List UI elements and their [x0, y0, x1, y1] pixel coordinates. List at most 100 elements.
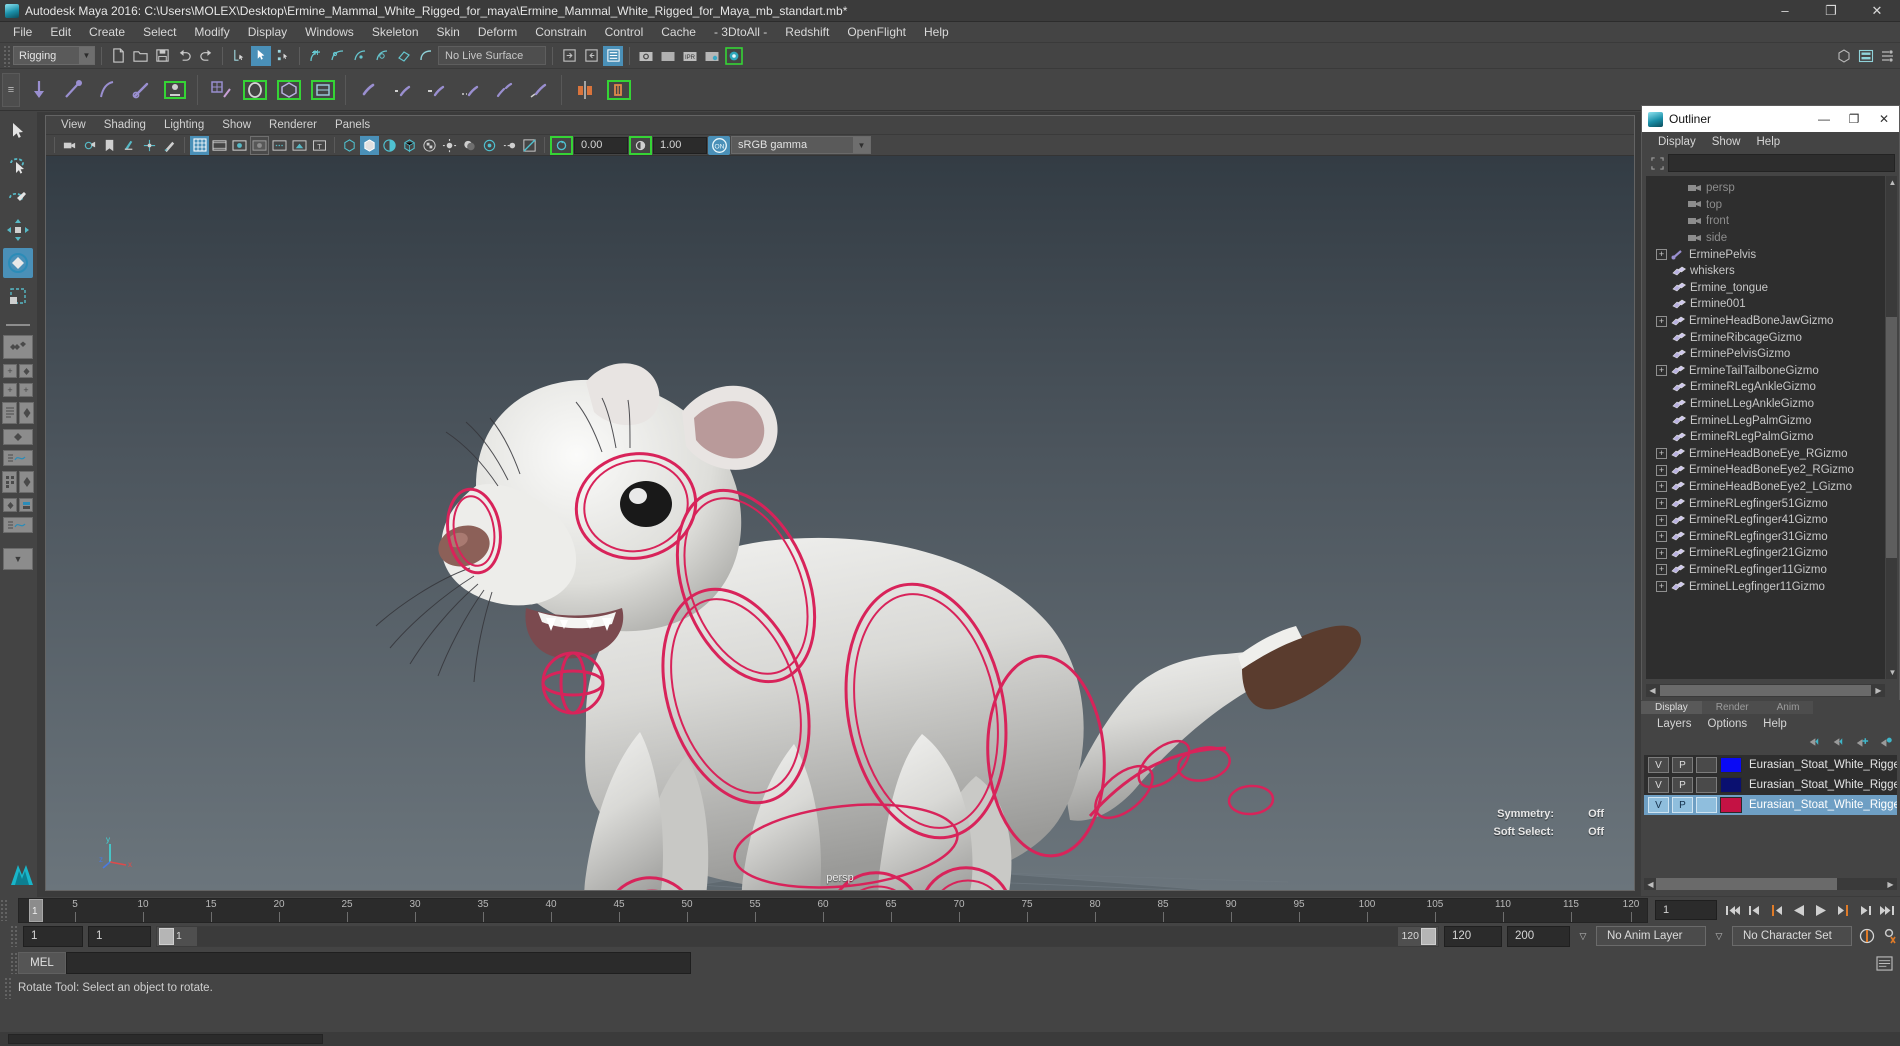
- rangeslider-gripper[interactable]: [10, 925, 18, 947]
- menu-cache[interactable]: Cache: [652, 23, 705, 41]
- tab-anim[interactable]: Anim: [1762, 701, 1814, 714]
- expand-toggle-icon[interactable]: +: [1656, 531, 1667, 543]
- outliner-item-llegankle[interactable]: ErmineLLegAnkleGizmo: [1646, 396, 1885, 413]
- outliner-item-rlegfinger51[interactable]: + ErmineRLegfinger51Gizmo: [1646, 495, 1885, 512]
- aim-constraint-icon[interactable]: [489, 73, 520, 107]
- outliner-item-llegpalm[interactable]: ErmineLLegPalmGizmo: [1646, 412, 1885, 429]
- scroll-right-icon[interactable]: ▶: [1872, 684, 1885, 697]
- open-channel-box-icon[interactable]: [603, 45, 623, 66]
- statusline-gripper[interactable]: [3, 44, 11, 67]
- menu-control[interactable]: Control: [596, 23, 653, 41]
- save-scene-icon[interactable]: [152, 46, 172, 66]
- step-forward-button[interactable]: [1855, 900, 1874, 920]
- bookmark-icon[interactable]: [100, 136, 119, 155]
- blend-shape-icon[interactable]: [307, 73, 338, 107]
- anim-start-field[interactable]: 1: [88, 925, 151, 947]
- outliner-item-eye-rgizmo[interactable]: + ErmineHeadBoneEye_RGizmo: [1646, 446, 1885, 463]
- viewport-menu-panels[interactable]: Panels: [326, 118, 379, 132]
- outliner-menu-display[interactable]: Display: [1650, 135, 1704, 149]
- color-profile-selector[interactable]: sRGB gamma ▼: [731, 136, 871, 154]
- options-menu[interactable]: Options: [1700, 717, 1756, 731]
- orient-constraint-icon[interactable]: [421, 73, 452, 107]
- xray-icon[interactable]: [290, 136, 309, 155]
- close-button[interactable]: ✕: [1854, 0, 1900, 22]
- render-sequence-icon[interactable]: [658, 46, 678, 66]
- helpline-gripper[interactable]: [4, 977, 12, 999]
- layout-more-dropdown[interactable]: ▼: [3, 548, 33, 570]
- two-d-pan-zoom-icon[interactable]: [140, 136, 159, 155]
- smooth-shading-icon[interactable]: [360, 135, 379, 155]
- menu-display[interactable]: Display: [239, 23, 296, 41]
- use-all-lights-icon[interactable]: [440, 136, 459, 155]
- scrollbar-thumb[interactable]: [1656, 878, 1837, 890]
- ambient-occlusion-icon[interactable]: [480, 136, 499, 155]
- scroll-left-icon[interactable]: ◀: [1646, 684, 1659, 697]
- image-plane-icon[interactable]: [120, 136, 139, 155]
- layout-persp-hypergraph-icon[interactable]: [2, 402, 17, 424]
- go-to-start-button[interactable]: [1723, 900, 1742, 920]
- redo-icon[interactable]: [196, 46, 216, 66]
- undo-icon[interactable]: [174, 46, 194, 66]
- viewport-menu-view[interactable]: View: [52, 118, 95, 132]
- next-key-button[interactable]: [1833, 900, 1852, 920]
- film-gate-icon[interactable]: [210, 136, 229, 155]
- layout-persp-graph-icon[interactable]: [3, 429, 33, 445]
- snap-point-icon[interactable]: [350, 46, 370, 66]
- outliner-search-input[interactable]: [1668, 154, 1895, 172]
- wrap-deformer-icon[interactable]: [273, 73, 304, 107]
- new-layer-from-selected-icon[interactable]: [1877, 735, 1894, 752]
- pole-vector-constraint-icon[interactable]: [523, 73, 554, 107]
- minimize-button[interactable]: –: [1762, 0, 1808, 22]
- anim-layer-combo[interactable]: No Anim Layer: [1596, 926, 1706, 946]
- menu-openflight[interactable]: OpenFlight: [838, 23, 915, 41]
- hardware-texturing-icon[interactable]: [400, 136, 419, 155]
- redshift-render-icon[interactable]: [724, 46, 744, 66]
- scroll-right-icon[interactable]: ▶: [1884, 878, 1897, 891]
- tab-display[interactable]: Display: [1641, 701, 1702, 714]
- range-end-handle[interactable]: [1421, 927, 1436, 945]
- layer-state-toggle[interactable]: [1696, 777, 1717, 793]
- layer-playback-toggle[interactable]: P: [1672, 797, 1693, 813]
- new-scene-icon[interactable]: [108, 46, 128, 66]
- character-set-dropdown-arrow-icon[interactable]: ▽: [1711, 926, 1727, 946]
- shade-wireframe-icon[interactable]: [380, 136, 399, 155]
- step-back-button[interactable]: [1745, 900, 1764, 920]
- motion-blur-icon[interactable]: [500, 136, 519, 155]
- anim-end-field[interactable]: 120: [1444, 925, 1502, 947]
- layout-two-panes-icon[interactable]: +: [19, 383, 33, 397]
- timeslider-gripper[interactable]: [0, 899, 8, 921]
- layer-playback-toggle[interactable]: P: [1672, 777, 1693, 793]
- expand-toggle-icon[interactable]: +: [1656, 481, 1667, 493]
- layer-state-toggle[interactable]: [1696, 757, 1717, 773]
- shelf-tab-handle[interactable]: ≡: [2, 72, 20, 107]
- auto-keyframe-toggle-icon[interactable]: [1857, 926, 1876, 946]
- menu-skeleton[interactable]: Skeleton: [363, 23, 428, 41]
- animation-preferences-icon[interactable]: [1881, 926, 1900, 946]
- layout-hypershade-icon[interactable]: [2, 471, 17, 493]
- previous-key-button[interactable]: [1767, 900, 1786, 920]
- expand-toggle-icon[interactable]: +: [1656, 498, 1667, 510]
- layer-editor-horizontal-scrollbar[interactable]: ◀ ▶: [1644, 878, 1897, 890]
- menu-deform[interactable]: Deform: [469, 23, 526, 41]
- frame-selection-icon[interactable]: [1646, 154, 1668, 172]
- layout-persp-render-icon[interactable]: [3, 498, 17, 512]
- move-layer-up-icon[interactable]: [1805, 735, 1822, 752]
- outliner-close-button[interactable]: ✕: [1869, 106, 1899, 132]
- outliner-item-rlegfinger11[interactable]: + ErmineRLegfinger11Gizmo: [1646, 562, 1885, 579]
- paint-selection-tool-icon[interactable]: [3, 182, 33, 212]
- outliner-item-erminepelvis[interactable]: + ErminePelvis: [1646, 246, 1885, 263]
- layout-four-panes-icon[interactable]: +: [3, 383, 17, 397]
- layer-playback-toggle[interactable]: P: [1672, 757, 1693, 773]
- layer-visibility-toggle[interactable]: V: [1648, 777, 1669, 793]
- menu-skin[interactable]: Skin: [428, 23, 469, 41]
- parent-constraint-icon[interactable]: [353, 73, 384, 107]
- scale-constraint-icon[interactable]: [455, 73, 486, 107]
- open-attribute-editor-icon[interactable]: [559, 46, 579, 66]
- outliner-tree[interactable]: persp top front side + ErminePelvis whis…: [1646, 176, 1885, 679]
- viewport-menu-renderer[interactable]: Renderer: [260, 118, 326, 132]
- snap-grid-icon[interactable]: [306, 46, 326, 66]
- gate-mask-icon[interactable]: [250, 135, 269, 155]
- menu-create[interactable]: Create: [80, 23, 134, 41]
- live-surface-field[interactable]: No Live Surface: [438, 46, 546, 65]
- open-scene-icon[interactable]: [130, 46, 150, 66]
